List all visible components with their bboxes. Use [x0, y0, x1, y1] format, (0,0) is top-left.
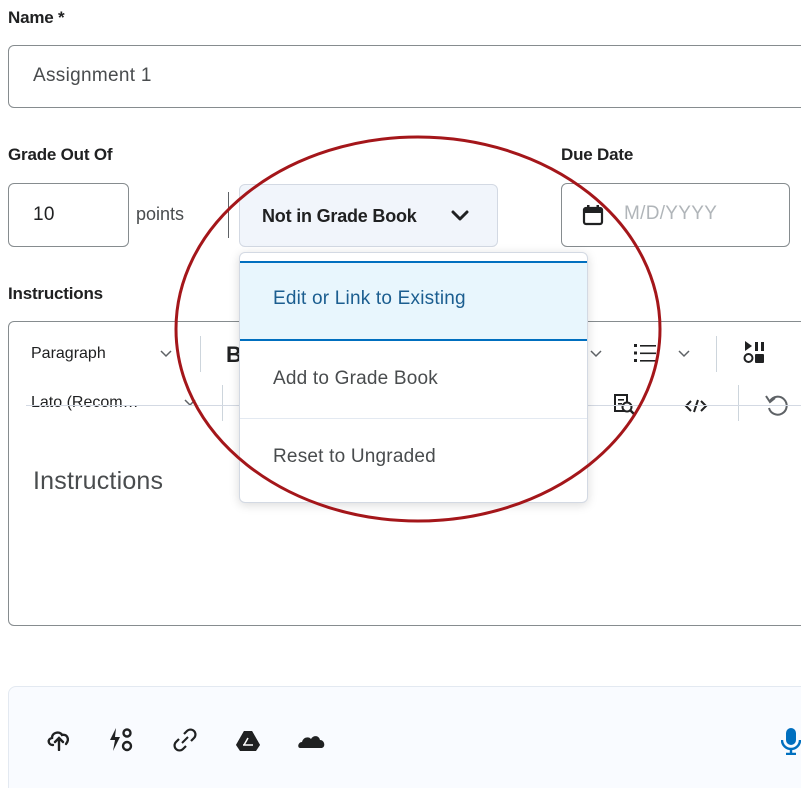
- dropdown-item-edit-or-link[interactable]: Edit or Link to Existing: [240, 261, 587, 341]
- dropdown-item-reset-to-ungraded[interactable]: Reset to Ungraded: [240, 419, 587, 499]
- grade-points-value: 10: [33, 204, 55, 225]
- due-date-input[interactable]: M/D/YYYY: [561, 183, 790, 247]
- grade-separator: [228, 192, 229, 238]
- insert-element-icon[interactable]: [742, 340, 768, 364]
- dropdown-item-label: Edit or Link to Existing: [273, 288, 466, 309]
- name-label: Name *: [8, 8, 65, 27]
- grade-points-input[interactable]: 10: [8, 183, 129, 247]
- upload-icon[interactable]: [47, 729, 71, 751]
- name-input[interactable]: Assignment 1: [8, 45, 801, 108]
- instructions-placeholder[interactable]: Instructions: [33, 467, 163, 496]
- grade-book-dropdown-menu: Edit or Link to Existing Add to Grade Bo…: [239, 252, 588, 503]
- dropdown-item-label: Reset to Ungraded: [273, 446, 436, 467]
- source-code-icon[interactable]: [684, 399, 708, 413]
- list-icon[interactable]: [634, 343, 660, 363]
- instructions-label: Instructions: [8, 284, 103, 303]
- format-select[interactable]: Paragraph: [31, 345, 106, 363]
- microphone-icon[interactable]: [781, 727, 801, 755]
- points-label: points: [136, 204, 185, 224]
- font-select[interactable]: Lato (Recom…: [31, 394, 139, 412]
- name-input-value: Assignment 1: [33, 65, 152, 86]
- dropdown-item-add-to-grade-book[interactable]: Add to Grade Book: [240, 341, 587, 419]
- dropdown-item-label: Add to Grade Book: [273, 368, 439, 389]
- insert-stuff-icon[interactable]: [108, 727, 134, 753]
- chevron-down-icon: [451, 210, 469, 221]
- toolbar-separator: [716, 336, 717, 372]
- grade-out-of-label: Grade Out Of: [8, 145, 113, 164]
- onedrive-icon[interactable]: [298, 733, 326, 749]
- google-drive-icon[interactable]: [235, 730, 261, 752]
- chevron-down-icon: [590, 350, 602, 358]
- toolbar-separator: [738, 385, 739, 421]
- toolbar-separator: [222, 385, 223, 421]
- due-date-placeholder: M/D/YYYY: [624, 203, 718, 224]
- toolbar-separator: [200, 336, 201, 372]
- link-icon[interactable]: [172, 727, 198, 753]
- format-chevron-icon: [160, 350, 172, 358]
- due-date-label: Due Date: [561, 145, 634, 164]
- list-chevron-icon: [678, 350, 690, 358]
- grade-book-dropdown-button[interactable]: Not in Grade Book: [239, 184, 498, 247]
- grade-book-button-label: Not in Grade Book: [262, 206, 417, 226]
- calendar-icon: [582, 205, 604, 226]
